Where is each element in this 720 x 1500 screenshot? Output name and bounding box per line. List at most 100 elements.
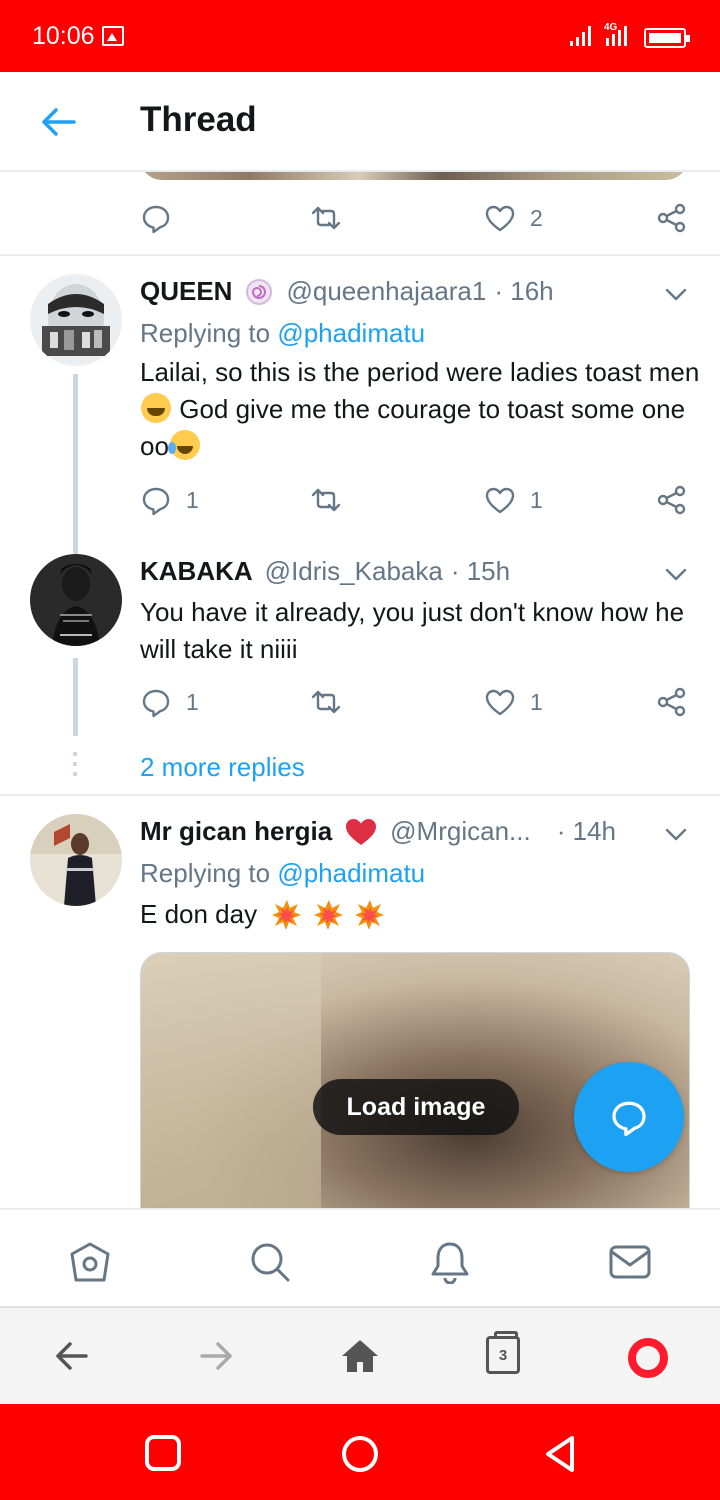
home-button-icon[interactable] <box>340 1434 380 1474</box>
browser-forward-icon[interactable] <box>196 1336 236 1376</box>
retweet-icon <box>311 690 341 714</box>
page-title: Thread <box>140 100 257 139</box>
retweet-icon <box>311 206 341 230</box>
replying-to-label: Replying to <box>140 858 271 888</box>
tweet-header: Mr gican hergia @Mrgican... · 14h <box>140 816 616 847</box>
home-icon[interactable] <box>68 1240 112 1284</box>
search-icon[interactable] <box>248 1240 292 1284</box>
browser-back-icon[interactable] <box>52 1336 92 1376</box>
reply-count: 1 <box>186 486 199 513</box>
avatar-mrgican[interactable] <box>30 814 122 906</box>
replying-to-handle[interactable]: @phadimatu <box>277 318 425 348</box>
like-count: 1 <box>530 688 543 715</box>
tweet-time: · 15h <box>450 556 511 586</box>
image-notification-icon <box>102 26 124 46</box>
replying-to-label: Replying to <box>140 318 271 348</box>
retweet-icon <box>311 488 341 512</box>
battery-icon <box>644 28 690 48</box>
back-arrow-icon[interactable] <box>38 104 78 140</box>
avatar-queen[interactable] <box>30 274 122 366</box>
tweet-time: · 14h <box>556 816 616 846</box>
tweet-text-part-1: Lailai, so this is the period were ladie… <box>140 357 700 387</box>
retweet-button[interactable] <box>310 198 342 238</box>
share-icon <box>657 485 686 515</box>
previous-tweet-image[interactable] <box>140 172 688 180</box>
display-name[interactable]: QUEEN <box>140 276 232 307</box>
heart-icon <box>485 689 515 716</box>
avatar-kabaka[interactable] <box>30 554 122 646</box>
tears-of-joy-emoji-icon <box>167 430 200 460</box>
tweet-text-body: E don day <box>140 899 258 929</box>
signal-icon <box>570 24 591 46</box>
like-button[interactable]: 1 <box>484 480 543 520</box>
browser-toolbar: 3 <box>0 1306 720 1404</box>
like-count: 1 <box>530 486 543 513</box>
tab-count: 3 <box>498 1346 508 1364</box>
notifications-icon[interactable] <box>428 1240 472 1284</box>
thread-connector <box>73 658 78 736</box>
tweet-header: KABAKA @Idris_Kabaka · 15h <box>140 556 510 587</box>
signal-icon-2 <box>606 24 627 46</box>
display-name[interactable]: Mr gican hergia <box>140 816 332 847</box>
red-heart-emoji-icon <box>346 818 377 845</box>
laughing-emoji-icon <box>141 393 171 423</box>
retweet-button[interactable] <box>310 682 342 722</box>
tweet-text: You have it already, you just don't know… <box>140 597 685 664</box>
user-handle[interactable]: @queenhajaara1 <box>286 276 486 307</box>
divider <box>0 794 720 796</box>
reply-icon <box>612 1101 646 1137</box>
chevron-down-icon[interactable] <box>664 822 688 846</box>
share-button[interactable] <box>656 198 688 238</box>
status-time: 10:06 <box>32 22 95 50</box>
top-tweet-actions: 2 <box>140 198 700 238</box>
browser-tabs-button[interactable]: 3 <box>486 1331 520 1374</box>
share-icon <box>657 687 686 717</box>
replying-to: Replying to @phadimatu <box>140 318 425 349</box>
chevron-down-icon[interactable] <box>664 282 688 306</box>
browser-home-icon[interactable] <box>340 1336 380 1376</box>
collision-emoji-icon <box>354 900 384 929</box>
tweet-text: E don day <box>140 896 700 933</box>
reply-button[interactable]: 1 <box>140 682 199 722</box>
like-button[interactable]: 2 <box>484 198 543 238</box>
collision-emoji-icon <box>272 900 302 929</box>
replying-to-handle[interactable]: @phadimatu <box>277 858 425 888</box>
reply-button[interactable] <box>140 198 172 238</box>
thread-connector <box>73 374 78 562</box>
divider <box>0 254 720 256</box>
swirl-emoji-icon <box>246 278 273 305</box>
reply-icon <box>142 487 170 516</box>
reply-icon <box>142 689 170 718</box>
tweet-actions: 1 1 <box>140 480 700 520</box>
display-name[interactable]: KABAKA <box>140 556 253 587</box>
reply-count: 1 <box>186 688 199 715</box>
retweet-button[interactable] <box>310 480 342 520</box>
load-image-button[interactable]: Load image <box>313 1079 519 1135</box>
app-header: Thread <box>0 72 720 172</box>
user-handle[interactable]: @Mrgican... <box>390 816 531 847</box>
chevron-down-icon[interactable] <box>664 562 688 586</box>
tweet-header: QUEEN @queenhajaara1 · 16h <box>140 276 554 307</box>
reply-button[interactable]: 1 <box>140 480 199 520</box>
collision-emoji-icon <box>313 900 343 929</box>
heart-icon <box>485 205 515 232</box>
back-button-icon[interactable] <box>542 1434 578 1474</box>
recent-apps-icon[interactable] <box>144 1434 182 1472</box>
tweet-time: · 16h <box>494 276 554 306</box>
more-replies-link[interactable]: 2 more replies <box>140 752 305 783</box>
bottom-tab-bar <box>0 1208 720 1306</box>
system-nav-bar <box>0 1404 720 1500</box>
like-button[interactable]: 1 <box>484 682 543 722</box>
share-button[interactable] <box>656 480 688 520</box>
opera-menu-icon[interactable] <box>628 1338 668 1378</box>
tweet-text: Lailai, so this is the period were ladie… <box>140 354 700 465</box>
compose-reply-button[interactable] <box>574 1062 684 1172</box>
share-button[interactable] <box>656 682 688 722</box>
user-handle[interactable]: @Idris_Kabaka <box>265 556 443 587</box>
tweet-text-part-2: God give me the courage to toast some on… <box>140 394 686 461</box>
share-icon <box>657 203 686 233</box>
status-bar: 10:06 4G <box>0 0 720 72</box>
thread-feed[interactable]: 2 QUEEN @queenhajaara1 · 16h Replying to… <box>0 172 720 1208</box>
messages-icon[interactable] <box>608 1240 652 1284</box>
replying-to: Replying to @phadimatu <box>140 858 425 889</box>
